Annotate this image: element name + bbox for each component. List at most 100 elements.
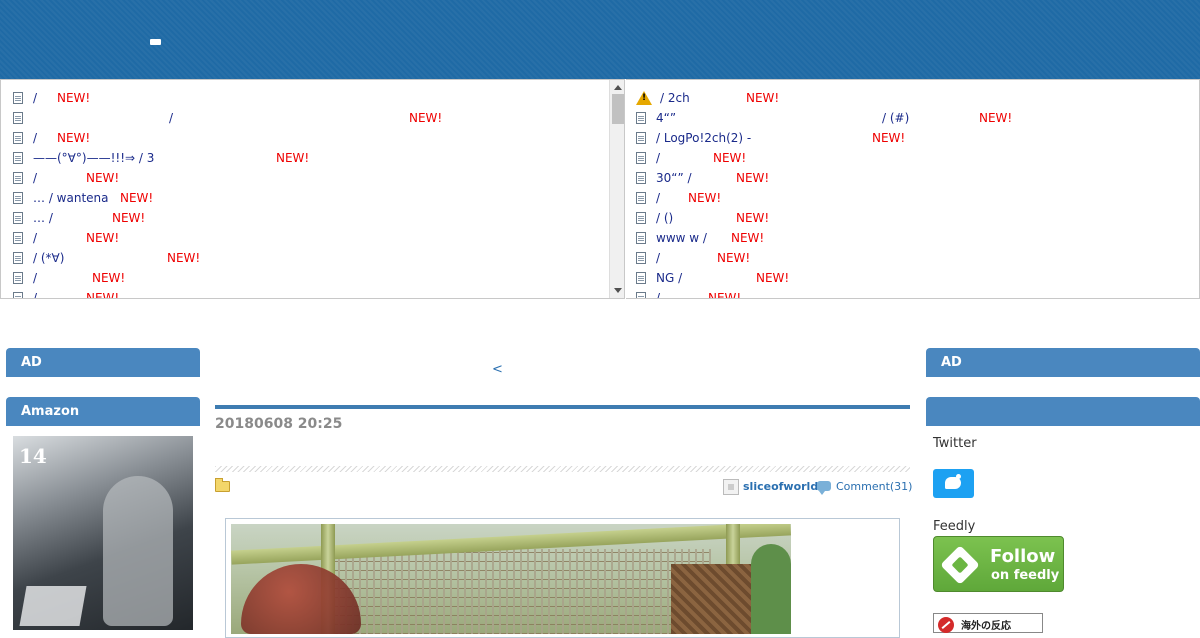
feed-item[interactable]: / NEW! [626,148,1199,168]
feed-item-title[interactable]: … / [33,211,53,225]
feed-item[interactable]: / LogPo!2ch(2) - NEW! [626,128,1199,148]
doc-icon [636,232,646,244]
prev-article-link[interactable]: < [492,362,503,377]
feedly-follow-button[interactable]: Follow on feedly [933,536,1064,592]
scroll-thumb[interactable] [612,94,624,124]
no-entry-icon [938,617,954,633]
feed-list-right: / 2ch NEW! 4“” / (#) NEW! / LogPo!2ch(2) - N… [626,80,1199,299]
feed-item-title[interactable]: / 2ch [660,91,690,105]
folder-icon[interactable] [215,478,230,492]
feed-item[interactable]: … / NEW! [1,208,624,228]
feed-item[interactable]: ——(°∀°)——!!!⇒ / 3 NEW! [1,148,624,168]
new-badge: NEW! [92,271,126,285]
new-badge: NEW! [86,171,120,185]
new-badge: NEW! [86,291,120,299]
feed-item[interactable]: / NEW! [1,128,624,148]
doc-icon [636,152,646,164]
doc-icon [13,252,23,264]
feed-item-title[interactable]: / (*∀) [33,251,64,265]
garden-photo [231,524,791,634]
feed-item[interactable]: / 2ch NEW! [626,88,1199,108]
book-volume-number: 14 [19,444,47,468]
twitter-bird-icon [945,474,961,489]
feed-item[interactable]: / () NEW! [626,208,1199,228]
feed-item[interactable]: / NEW! [1,228,624,248]
feed-item-title[interactable]: 4“” [656,111,676,125]
feed-item-title[interactable]: / LogPo!2ch(2) - [656,131,751,145]
photo-background-tree [751,544,791,634]
twitter-follow-button[interactable] [933,469,974,498]
feed-item-title-suffix[interactable]: / (#) [882,108,909,128]
feed-item[interactable]: / NEW! [1,268,624,288]
new-badge: NEW! [86,231,120,245]
site-header [0,0,1200,79]
site-logo-icon[interactable] [150,39,161,45]
feed-item-title[interactable]: 30“” / [656,171,692,185]
feed-item-title[interactable]: ——(°∀°)——!!!⇒ / 3 [33,151,154,165]
author-icon [723,479,739,495]
book-cover-figure [103,476,173,626]
new-badge: NEW! [167,251,201,265]
doc-icon [13,212,23,224]
comment-icon [817,481,831,495]
antenna-feed-left: / NEW! / NEW! / NEW! ——(°∀°)——!!!⇒ / 3 NEW! … [0,79,625,299]
feed-item[interactable]: / NEW! [1,288,624,299]
doc-icon [636,172,646,184]
feed-item[interactable]: www w / NEW! [626,228,1199,248]
antenna-feed-right: / 2ch NEW! 4“” / (#) NEW! / LogPo!2ch(2) - N… [626,79,1200,299]
feed-item-title[interactable]: / [33,91,37,105]
feed-item[interactable]: / NEW! [626,288,1199,299]
post-divider [215,466,910,472]
feed-item[interactable]: … / wantena NEW! [1,188,624,208]
feed-item-title[interactable]: / [656,251,660,265]
warning-icon [636,91,652,105]
new-badge: NEW! [57,131,91,145]
feed-item[interactable]: 4“” / (#) NEW! [626,108,1199,128]
doc-icon [636,132,646,144]
feed-item-title[interactable]: / [33,271,37,285]
comment-count-link[interactable]: Comment(31) [836,480,912,493]
feed-item-title[interactable]: / [33,171,37,185]
scroll-up-icon[interactable] [614,85,622,90]
doc-icon [13,112,23,124]
feed-item[interactable]: / NEW! [1,168,624,188]
new-badge: NEW! [708,291,742,299]
feed-item-title[interactable]: / () [656,211,673,225]
feed-item-title[interactable]: / [33,131,37,145]
amazon-book-cover[interactable]: 14 [13,436,193,630]
new-badge: NEW! [979,111,1013,125]
feed-item[interactable]: / NEW! [1,88,624,108]
right-ad-header: AD [926,348,1200,377]
feed-item-title[interactable]: / [656,291,660,298]
feed-item-title[interactable]: / [33,231,37,245]
feed-item-title[interactable]: www w / [656,231,707,245]
doc-icon [636,252,646,264]
feed-item-title[interactable]: / [33,291,37,298]
new-badge: NEW! [57,91,91,105]
feed-item-title[interactable]: … / wantena [33,191,109,205]
doc-icon [13,152,23,164]
author-link[interactable]: sliceofworld [743,480,818,493]
feed-item[interactable]: NG / NEW! [626,268,1199,288]
kaigai-banner[interactable]: 海外の反応 [933,613,1043,633]
new-badge: NEW! [736,171,770,185]
new-badge: NEW! [717,251,751,265]
new-badge: NEW! [713,151,747,165]
scroll-down-icon[interactable] [614,288,622,293]
feed-item-title[interactable]: / [656,191,660,205]
new-badge: NEW! [731,231,765,245]
feed-item-title[interactable]: NG / [656,271,682,285]
feed-item-title[interactable]: / [656,151,660,165]
feedly-follow-text: Follow [990,546,1056,567]
feed-item[interactable]: / (*∀) NEW! [1,248,624,268]
doc-icon [636,212,646,224]
photo-brown-screen [671,564,751,634]
feed-item[interactable]: 30“” / NEW! [626,168,1199,188]
post-title-bar [215,405,910,409]
feed-scrollbar[interactable] [609,80,624,298]
feed-item[interactable]: / NEW! [626,248,1199,268]
feed-item-title[interactable]: / [169,111,173,125]
new-badge: NEW! [276,151,310,165]
feed-item[interactable]: / NEW! [1,108,624,128]
feed-item[interactable]: / NEW! [626,188,1199,208]
